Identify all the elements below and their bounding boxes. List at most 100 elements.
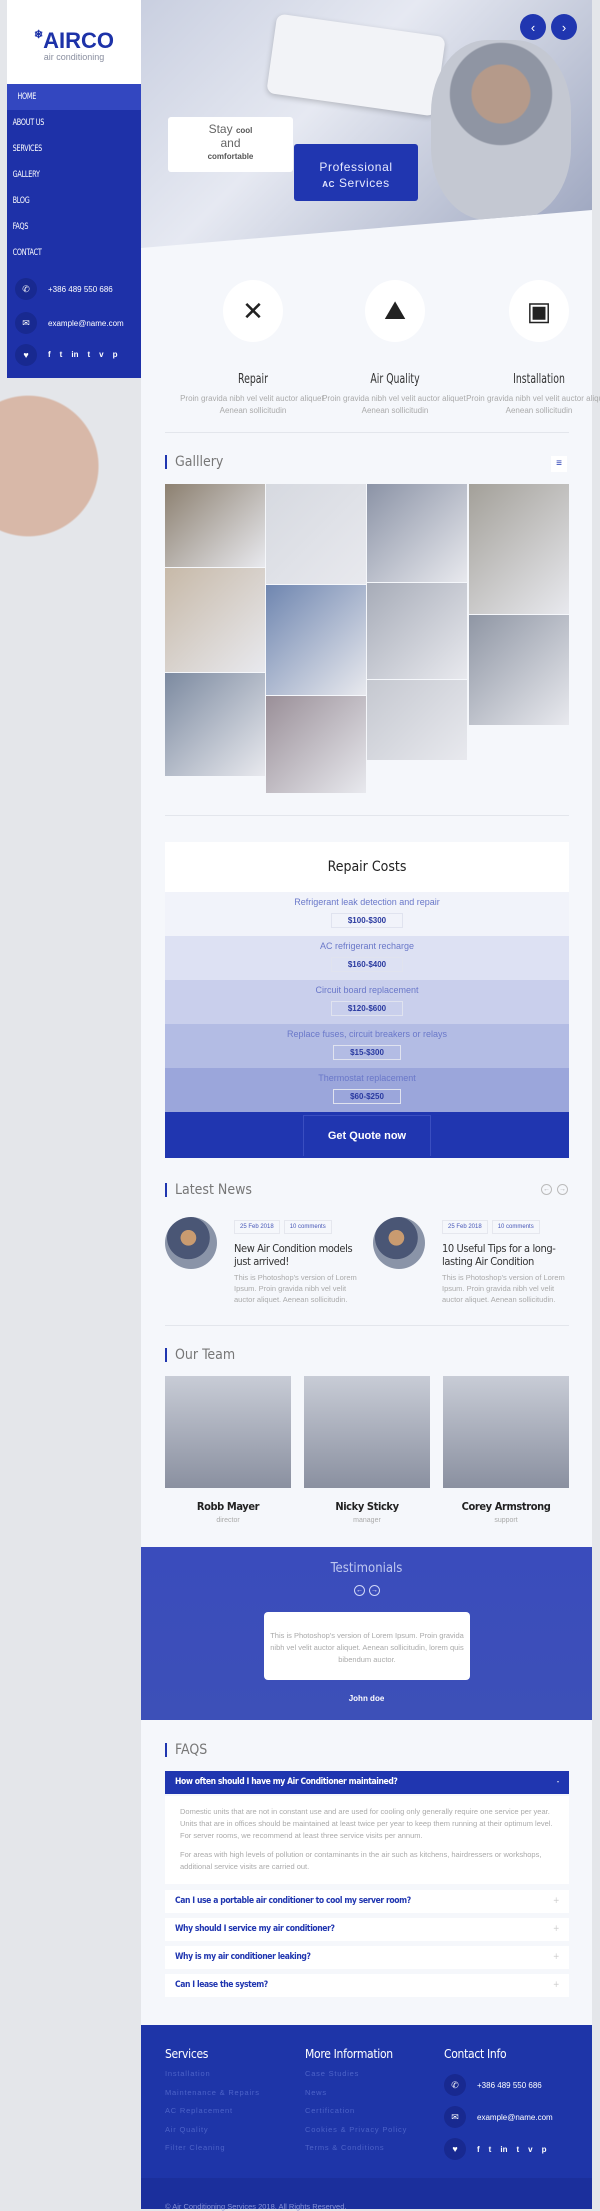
testimonial-author: John doe [348,1694,385,1703]
footer-link[interactable]: Terms & Conditions [305,2143,407,2152]
hero-prev-button[interactable]: ‹ [520,14,546,40]
cost-price: $100-$300 [330,913,404,928]
footer-link[interactable]: Maintenance & Repairs [165,2088,260,2097]
gallery-image[interactable] [266,484,366,584]
sidebar-email[interactable]: ✉ example@name.com [7,306,141,340]
get-quote-button[interactable]: Get Quote now [302,1114,432,1156]
gallery-title: Galllery [165,455,223,469]
tumblr-icon[interactable]: t [87,350,90,359]
team-role: manager [353,1517,381,1524]
service-1: ⛰ Air Quality Proin gravida nibh vel velit… [320,280,470,417]
news-image[interactable] [165,1217,217,1269]
cost-row: Refrigerant leak detection and repair $10… [165,892,569,936]
service-title[interactable]: Installation [479,372,599,387]
faq-item[interactable]: How often should I have my Air Condition… [165,1771,569,1794]
divider [165,1325,569,1326]
logo[interactable]: ❄AIRCO air conditioning [7,0,141,84]
gallery-image[interactable] [367,583,467,679]
gallery-menu-icon[interactable]: ≡ [551,456,567,472]
hero-text: and [220,136,241,150]
footer-link[interactable]: Air Quality [165,2125,260,2134]
faq-question: Can I lease the system? [175,1980,268,1990]
pinterest-icon[interactable]: p [113,350,118,359]
gallery-image[interactable] [367,680,467,760]
nav-item-about-us[interactable]: ABOUT US [7,110,141,136]
footer-link[interactable]: Cookies & Privacy Policy [305,2125,407,2134]
faq-answer: Domestic units that are not in constant … [165,1796,569,1884]
news-date: 25 Feb 2018 [234,1220,280,1234]
news-prev-icon[interactable]: ← [541,1184,552,1195]
news-title[interactable]: 10 Useful Tips for a long-lasting Air Co… [442,1242,577,1268]
gallery-image[interactable] [469,615,569,725]
cost-row: Circuit board replacement $120-$600 [165,980,569,1024]
facebook-icon[interactable]: f [48,350,51,359]
nav-label: HOME [17,92,37,102]
email-text: example@name.com [477,2112,553,2122]
faq-item[interactable]: Why is my air conditioner leaking? + [165,1946,569,1969]
vimeo-icon[interactable]: v [528,2145,532,2154]
twitter-icon[interactable]: t [60,350,63,359]
gallery-image[interactable] [469,484,569,614]
news-title[interactable]: New Air Condition models just arrived! [234,1242,369,1268]
pinterest-icon[interactable]: p [542,2145,547,2154]
nav-item-services[interactable]: SERVICES [7,136,141,162]
cost-label: Thermostat replacement [318,1073,416,1083]
nav-item-faqs[interactable]: FAQS [7,214,141,240]
footer-link[interactable]: Installation [165,2069,260,2078]
nav-item-home[interactable]: HOME [7,84,141,110]
team-photo [443,1376,569,1488]
service-title[interactable]: Air Quality [335,372,455,387]
testimonial-prev-icon[interactable]: ← [354,1585,365,1596]
nav-item-contact[interactable]: CONTACT [7,240,141,266]
phone-text: +386 489 550 686 [477,2080,542,2090]
hero-text: Professional [319,160,393,174]
cost-label: Circuit board replacement [315,985,419,995]
footer-link[interactable]: Filter Cleaning [165,2143,260,2152]
news-image[interactable] [373,1217,425,1269]
footer-phone[interactable]: ✆ +386 489 550 686 [444,2069,555,2101]
wrench-icon: ✕ [223,280,283,342]
footer-link[interactable]: News [305,2088,407,2097]
footer-link[interactable]: AC Replacement [165,2106,260,2115]
faq-item[interactable]: Can I lease the system? + [165,1974,569,1997]
testimonials-title: Testimonials [330,1561,403,1576]
facebook-icon[interactable]: f [477,2145,480,2154]
gallery-image[interactable] [266,696,366,793]
gallery-image[interactable] [165,568,265,672]
nav-label: ABOUT US [12,118,45,128]
testimonial-next-icon[interactable]: → [369,1585,380,1596]
divider [165,432,569,433]
sidebar-phone[interactable]: ✆ +386 489 550 686 [7,272,141,306]
sidebar-social: ♥ f t in t v p [7,340,141,374]
news-comments[interactable]: 10 comments [491,1220,540,1234]
nav-item-gallery[interactable]: GALLERY [7,162,141,188]
news-next-icon[interactable]: → [557,1184,568,1195]
gallery-image[interactable] [165,673,265,776]
vimeo-icon[interactable]: v [99,350,103,359]
twitter-icon[interactable]: t [489,2145,492,2154]
testimonials-section: Testimonials ← → This is Photoshop's ver… [141,1547,592,1720]
gallery-image[interactable] [266,585,366,695]
faq-item[interactable]: Can I use a portable air conditioner to … [165,1890,569,1913]
service-title[interactable]: Repair [193,372,313,387]
cost-label: Refrigerant leak detection and repair [294,897,440,907]
news-comments[interactable]: 10 comments [283,1220,332,1234]
team-member: Corey Armstrong support [443,1376,569,1524]
cost-row: Replace fuses, circuit breakers or relay… [165,1024,569,1068]
heart-icon: ♥ [15,344,37,366]
linkedin-icon[interactable]: in [71,350,78,359]
gallery-image[interactable] [367,484,467,582]
nav-item-blog[interactable]: BLOG [7,188,141,214]
brand-name: AIRCO [43,28,115,53]
plus-icon: + [552,1980,559,1990]
cost-label: AC refrigerant recharge [319,941,415,951]
faq-item[interactable]: Why should I service my air conditioner?… [165,1918,569,1941]
hero-next-button[interactable]: › [551,14,577,40]
gallery-image[interactable] [165,484,265,567]
tumblr-icon[interactable]: t [516,2145,519,2154]
footer-email[interactable]: ✉ example@name.com [444,2101,555,2133]
footer-link[interactable]: Certification [305,2106,407,2115]
footer-link[interactable]: Case Studies [305,2069,407,2078]
linkedin-icon[interactable]: in [500,2145,507,2154]
service-desc: Proin gravida nibh vel velit auctor aliq… [466,394,600,415]
